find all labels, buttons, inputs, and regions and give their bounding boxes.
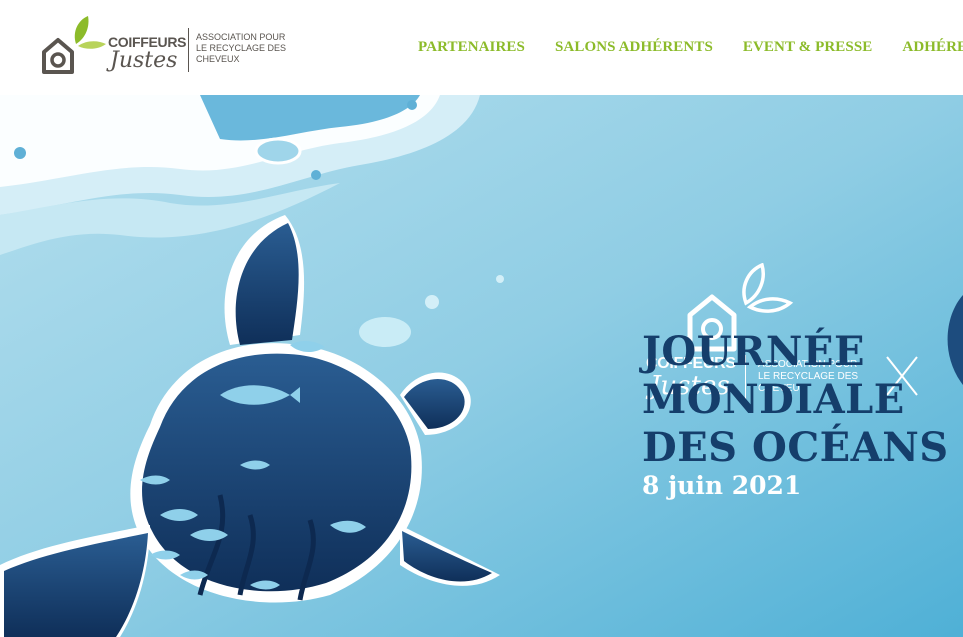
nav-item-partenaires[interactable]: PARTENAIRES — [418, 39, 525, 56]
hero-title-line-3: DES OCÉANS — [642, 424, 949, 471]
main-nav: PARTENAIRES SALONS ADHÉRENTS EVENT & PRE… — [418, 39, 963, 56]
hero-title: JOURNÉE MONDIALE DES OCÉANS — [642, 328, 962, 472]
hero-title-line-1: JOURNÉE — [642, 328, 865, 375]
logo-script: Justes — [110, 48, 178, 73]
logo-divider — [188, 28, 189, 72]
logo-tagline: ASSOCIATION POUR LE RECYCLAGE DES CHEVEU… — [196, 32, 287, 64]
house-leaf-icon — [42, 16, 106, 74]
nav-item-adherer[interactable]: ADHÉRER — [902, 39, 963, 56]
nav-item-salons-adherents[interactable]: SALONS ADHÉRENTS — [555, 39, 713, 56]
nav-item-event-presse[interactable]: EVENT & PRESSE — [743, 39, 873, 56]
hero-banner: COIFFEURS Justes ASSOCIATION POUR LE REC… — [0, 95, 963, 637]
hero-date: 8 juin 2021 — [642, 471, 802, 500]
hero-title-line-2: MONDIALE — [642, 376, 905, 423]
site-logo[interactable]: COIFFEURS Justes ASSOCIATION POUR LE REC… — [38, 14, 298, 78]
site-header: COIFFEURS Justes ASSOCIATION POUR LE REC… — [0, 0, 963, 95]
